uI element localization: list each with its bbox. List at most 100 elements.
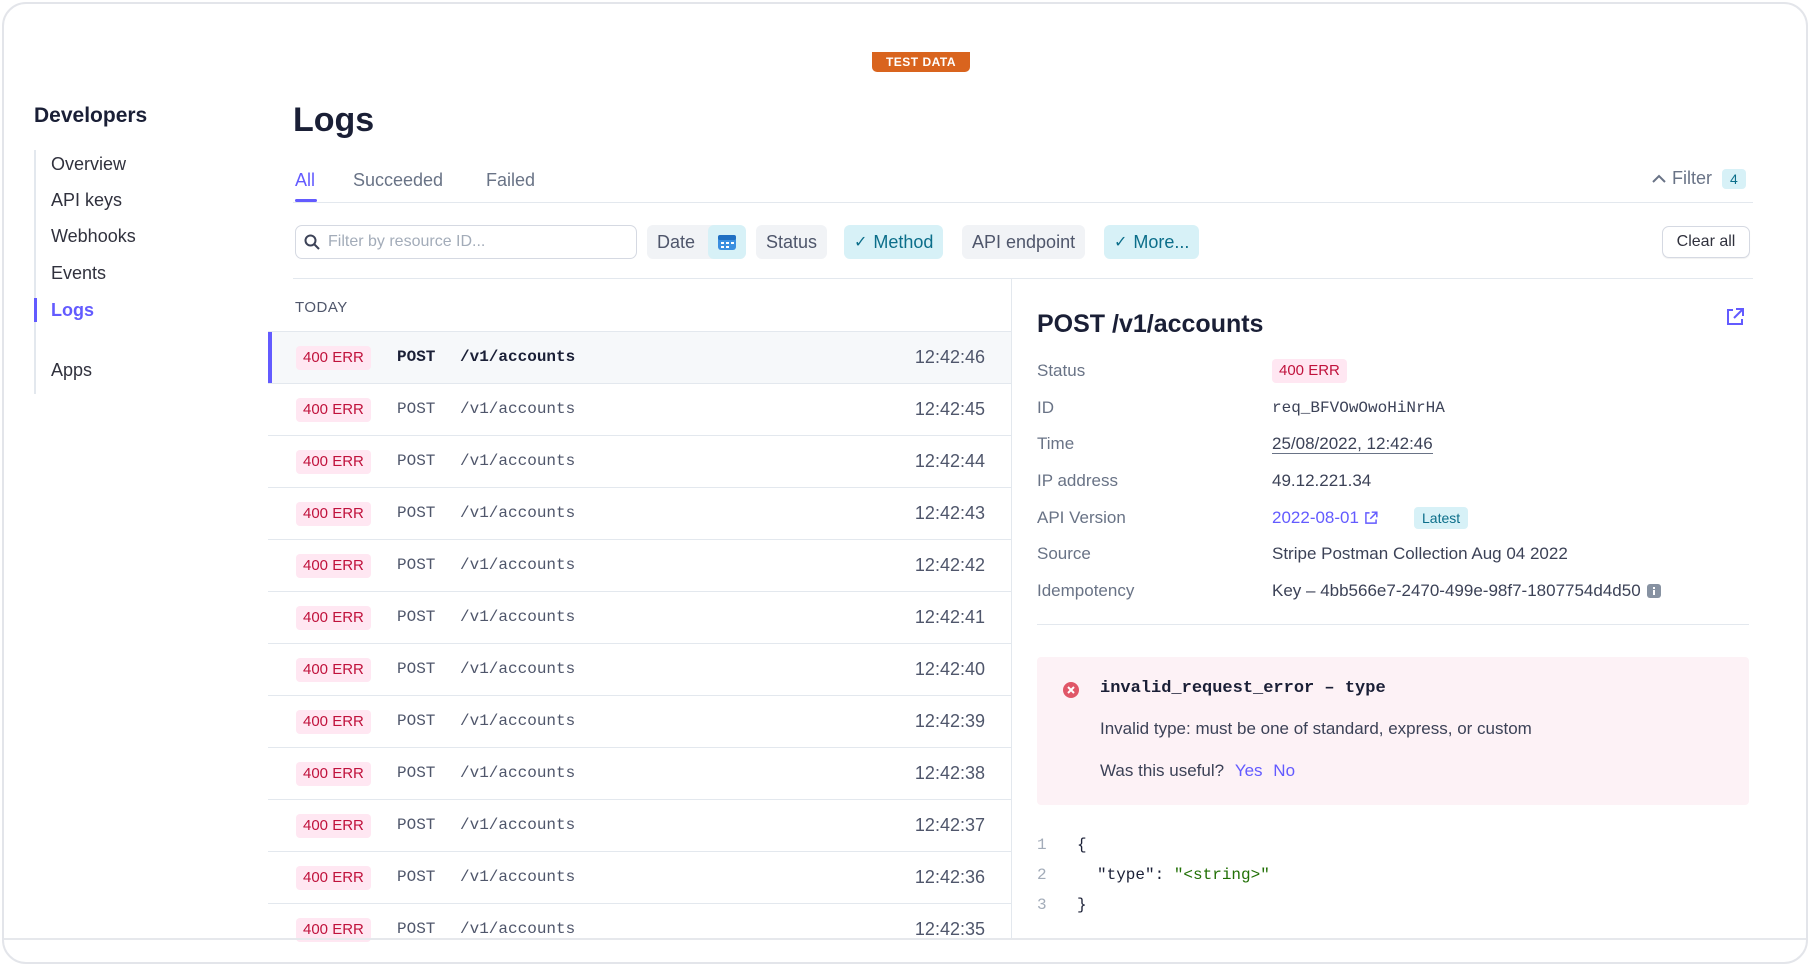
line-number: 1 — [1037, 836, 1047, 854]
feedback-question: Was this useful? — [1100, 761, 1225, 780]
tab-succeeded[interactable]: Succeeded — [353, 170, 443, 191]
table-row[interactable]: 400 ERR POST/v1/accounts 12:42:41 — [268, 591, 1011, 643]
status-badge: 400 ERR — [296, 346, 371, 370]
source-value: Stripe Postman Collection Aug 04 2022 — [1272, 544, 1568, 563]
table-row[interactable]: 400 ERR POST/v1/accounts 12:42:45 — [268, 383, 1011, 435]
request-time: 12:42:44 — [914, 451, 985, 471]
api-version-link[interactable]: 2022-08-01 — [1272, 508, 1379, 528]
code-text: { — [1077, 836, 1087, 854]
method-filter-chip[interactable]: ✓ Method — [844, 225, 944, 259]
request-time: 12:42:35 — [914, 919, 985, 939]
api-endpoint-filter-label: API endpoint — [972, 231, 1076, 252]
ip-address: 49.12.221.34 — [1272, 471, 1372, 490]
idempotency-value: Key – 4bb566e7-2470-499e-98f7-1807754d4d… — [1272, 581, 1641, 600]
request-path: /v1/accounts — [460, 504, 576, 522]
sidebar-item-overview[interactable]: Overview — [51, 154, 126, 175]
request-time: 25/08/2022, 12:42:46 — [1272, 434, 1433, 454]
code-text: } — [1077, 896, 1087, 914]
ip-label: IP address — [1037, 471, 1118, 490]
filter-count-badge: 4 — [1722, 168, 1746, 189]
code-string: "<string>" — [1173, 866, 1270, 884]
request-path: /v1/accounts — [460, 452, 576, 470]
sidebar-item-events[interactable]: Events — [51, 263, 106, 284]
request-time: 12:42:40 — [914, 659, 985, 679]
date-picker-button[interactable] — [708, 225, 746, 259]
request-method: POST — [397, 816, 436, 834]
table-row[interactable]: 400 ERR POST/v1/accounts 12:42:46 — [268, 331, 1011, 384]
table-row[interactable]: 400 ERR POST/v1/accounts 12:42:42 — [268, 539, 1011, 591]
api-endpoint-filter-chip[interactable]: API endpoint — [962, 225, 1086, 259]
sidebar-item-apps[interactable]: Apps — [51, 360, 92, 381]
feedback-yes-link[interactable]: Yes — [1235, 761, 1263, 780]
section-heading-today: TODAY — [295, 299, 348, 316]
column-divider — [1011, 279, 1012, 939]
status-badge: 400 ERR — [296, 398, 371, 422]
request-body-code: 1 { 2 "type": "<string>" 3 } — [1037, 836, 1270, 926]
status-badge: 400 ERR — [296, 606, 371, 630]
error-panel: invalid_request_error – type Invalid typ… — [1037, 657, 1749, 805]
calendar-icon — [718, 235, 736, 250]
status-badge: 400 ERR — [296, 554, 371, 578]
sidebar: Developers Overview API keys Webhooks Ev… — [34, 104, 234, 394]
filter-label: Filter — [1672, 168, 1712, 188]
source-label: Source — [1037, 544, 1091, 563]
request-path: /v1/accounts — [460, 920, 576, 938]
table-row[interactable]: 400 ERR POST/v1/accounts 12:42:35 — [268, 903, 1011, 955]
table-row[interactable]: 400 ERR POST/v1/accounts 12:42:44 — [268, 435, 1011, 487]
sidebar-title: Developers — [34, 104, 148, 127]
clear-all-button[interactable]: Clear all — [1662, 226, 1750, 258]
id-label: ID — [1037, 398, 1054, 417]
request-path: /v1/accounts — [460, 608, 576, 626]
selected-row-indicator — [268, 332, 272, 384]
sidebar-item-api-keys[interactable]: API keys — [51, 190, 122, 211]
more-filters-chip[interactable]: ✓ More... — [1104, 225, 1200, 259]
request-method: POST — [397, 348, 436, 366]
status-badge: 400 ERR — [296, 866, 371, 890]
request-path: /v1/accounts — [460, 816, 576, 834]
request-path: /v1/accounts — [460, 400, 576, 418]
sidebar-item-logs[interactable]: Logs — [51, 300, 94, 321]
feedback-prompt: Was this useful? Yes No — [1100, 761, 1295, 781]
request-method: POST — [397, 868, 436, 886]
request-method: POST — [397, 556, 436, 574]
sidebar-item-webhooks[interactable]: Webhooks — [51, 226, 136, 247]
status-badge: 400 ERR — [296, 710, 371, 734]
request-path: /v1/accounts — [460, 348, 576, 366]
table-row[interactable]: 400 ERR POST/v1/accounts 12:42:39 — [268, 695, 1011, 747]
code-line: 2 "type": "<string>" — [1037, 866, 1270, 896]
request-time: 12:42:36 — [914, 867, 985, 887]
request-method: POST — [397, 400, 436, 418]
table-row[interactable]: 400 ERR POST/v1/accounts 12:42:43 — [268, 487, 1011, 539]
tab-all[interactable]: All — [295, 170, 315, 191]
info-icon[interactable] — [1646, 584, 1661, 598]
search-input[interactable] — [328, 233, 618, 251]
table-row[interactable]: 400 ERR POST/v1/accounts 12:42:38 — [268, 747, 1011, 799]
request-time: 12:42:42 — [914, 555, 985, 575]
request-method: POST — [397, 660, 436, 678]
method-filter-label: Method — [873, 231, 934, 252]
tab-failed[interactable]: Failed — [486, 170, 535, 191]
check-icon: ✓ — [1114, 234, 1128, 251]
request-time: 12:42:45 — [914, 399, 985, 419]
status-filter-chip[interactable]: Status — [756, 225, 828, 259]
request-id: req_BFVOwOwoHiNrHA — [1272, 399, 1445, 417]
status-filter-label: Status — [766, 231, 818, 252]
latest-badge: Latest — [1414, 507, 1469, 529]
app-window: TEST DATA Developers Overview API keys W… — [2, 2, 1808, 964]
filter-toggle[interactable]: Filter 4 — [1652, 168, 1746, 189]
check-icon: ✓ — [854, 234, 868, 251]
api-version-value: 2022-08-01 — [1272, 508, 1359, 527]
error-message: Invalid type: must be one of standard, e… — [1100, 719, 1532, 738]
table-row[interactable]: 400 ERR POST/v1/accounts 12:42:37 — [268, 799, 1011, 851]
request-method: POST — [397, 608, 436, 626]
page-title: Logs — [293, 101, 375, 139]
table-row[interactable]: 400 ERR POST/v1/accounts 12:42:40 — [268, 643, 1011, 695]
error-code: invalid_request_error – type — [1100, 679, 1386, 698]
feedback-no-link[interactable]: No — [1273, 761, 1295, 780]
line-number: 3 — [1037, 896, 1047, 914]
table-row[interactable]: 400 ERR POST/v1/accounts 12:42:36 — [268, 851, 1011, 903]
filters-divider — [293, 278, 1753, 279]
open-external-icon[interactable] — [1724, 306, 1746, 333]
request-time: 12:42:43 — [914, 503, 985, 523]
api-version-label: API Version — [1037, 508, 1126, 527]
